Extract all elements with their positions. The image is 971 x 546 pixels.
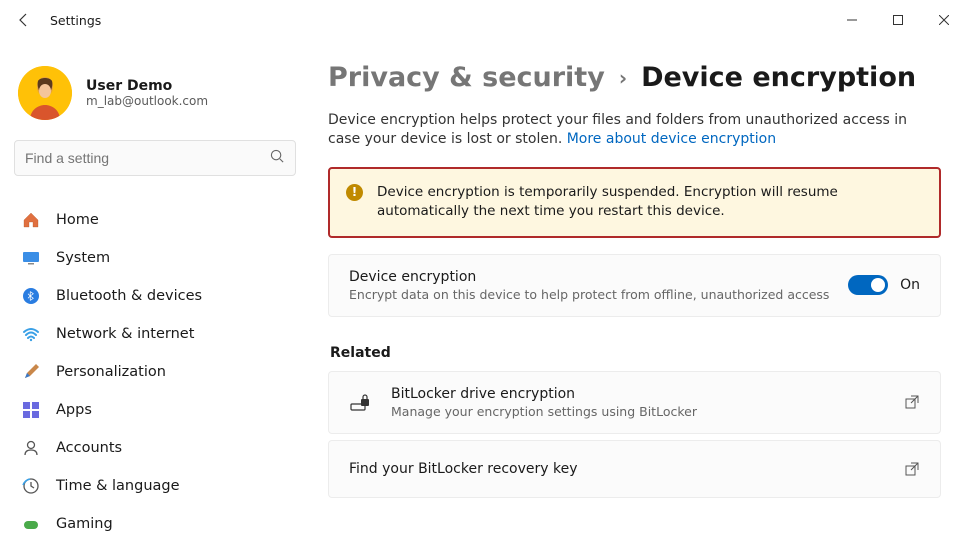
user-name: User Demo xyxy=(86,78,208,94)
sidebar-item-label: Accounts xyxy=(56,440,122,456)
sidebar-item-bluetooth[interactable]: Bluetooth & devices xyxy=(12,278,298,314)
card-title: Device encryption xyxy=(349,269,829,285)
card-title: BitLocker drive encryption xyxy=(391,386,697,402)
search-input[interactable] xyxy=(25,150,270,166)
sidebar-item-personalization[interactable]: Personalization xyxy=(12,354,298,390)
card-title: Find your BitLocker recovery key xyxy=(349,461,578,477)
system-icon xyxy=(22,249,40,267)
sidebar-item-system[interactable]: System xyxy=(12,240,298,276)
main-content: Privacy & security › Device encryption D… xyxy=(310,40,971,546)
sidebar-item-label: System xyxy=(56,250,110,266)
window-controls xyxy=(829,0,967,40)
card-subtitle: Encrypt data on this device to help prot… xyxy=(349,287,829,302)
sidebar-item-time[interactable]: Time & language xyxy=(12,468,298,504)
sidebar-item-network[interactable]: Network & internet xyxy=(12,316,298,352)
sidebar-item-gaming[interactable]: Gaming xyxy=(12,506,298,542)
recovery-key-card[interactable]: Find your BitLocker recovery key xyxy=(328,440,941,498)
open-external-icon xyxy=(904,394,920,410)
person-icon xyxy=(22,439,40,457)
sidebar-item-apps[interactable]: Apps xyxy=(12,392,298,428)
sidebar-item-label: Apps xyxy=(56,402,92,418)
sidebar: User Demo m_lab@outlook.com Home System … xyxy=(0,40,310,546)
clock-icon xyxy=(22,477,40,495)
breadcrumb: Privacy & security › Device encryption xyxy=(328,62,941,93)
open-external-icon xyxy=(904,461,920,477)
minimize-button[interactable] xyxy=(829,0,875,40)
warning-icon: ! xyxy=(346,184,363,201)
gaming-icon xyxy=(22,515,40,533)
window-title: Settings xyxy=(50,13,101,28)
search-box[interactable] xyxy=(14,140,296,176)
device-encryption-card: Device encryption Encrypt data on this d… xyxy=(328,254,941,317)
user-profile[interactable]: User Demo m_lab@outlook.com xyxy=(12,50,298,140)
sidebar-item-label: Gaming xyxy=(56,516,113,532)
sidebar-item-home[interactable]: Home xyxy=(12,202,298,238)
avatar xyxy=(18,66,72,120)
wifi-icon xyxy=(22,325,40,343)
sidebar-item-label: Home xyxy=(56,212,99,228)
more-info-link[interactable]: More about device encryption xyxy=(567,131,776,147)
sidebar-item-label: Personalization xyxy=(56,364,166,380)
toggle-state-label: On xyxy=(900,277,920,293)
brush-icon xyxy=(22,363,40,381)
back-button[interactable] xyxy=(4,0,44,40)
bluetooth-icon xyxy=(22,287,40,305)
breadcrumb-parent[interactable]: Privacy & security xyxy=(328,62,605,93)
apps-icon xyxy=(22,401,40,419)
warning-banner: ! Device encryption is temporarily suspe… xyxy=(328,167,941,238)
sidebar-item-label: Time & language xyxy=(56,478,180,494)
related-header: Related xyxy=(330,345,941,361)
close-button[interactable] xyxy=(921,0,967,40)
sidebar-item-label: Network & internet xyxy=(56,326,194,342)
bitlocker-card[interactable]: BitLocker drive encryption Manage your e… xyxy=(328,371,941,434)
encryption-toggle[interactable] xyxy=(848,275,888,295)
sidebar-item-label: Bluetooth & devices xyxy=(56,288,202,304)
maximize-button[interactable] xyxy=(875,0,921,40)
lock-drive-icon xyxy=(349,391,371,413)
user-email: m_lab@outlook.com xyxy=(86,94,208,108)
page-description: Device encryption helps protect your fil… xyxy=(328,111,941,149)
breadcrumb-current: Device encryption xyxy=(641,62,916,93)
card-subtitle: Manage your encryption settings using Bi… xyxy=(391,404,697,419)
warning-text: Device encryption is temporarily suspend… xyxy=(377,183,923,222)
chevron-right-icon: › xyxy=(619,66,627,90)
sidebar-item-accounts[interactable]: Accounts xyxy=(12,430,298,466)
titlebar: Settings xyxy=(0,0,971,40)
search-icon xyxy=(270,149,285,168)
home-icon xyxy=(22,211,40,229)
